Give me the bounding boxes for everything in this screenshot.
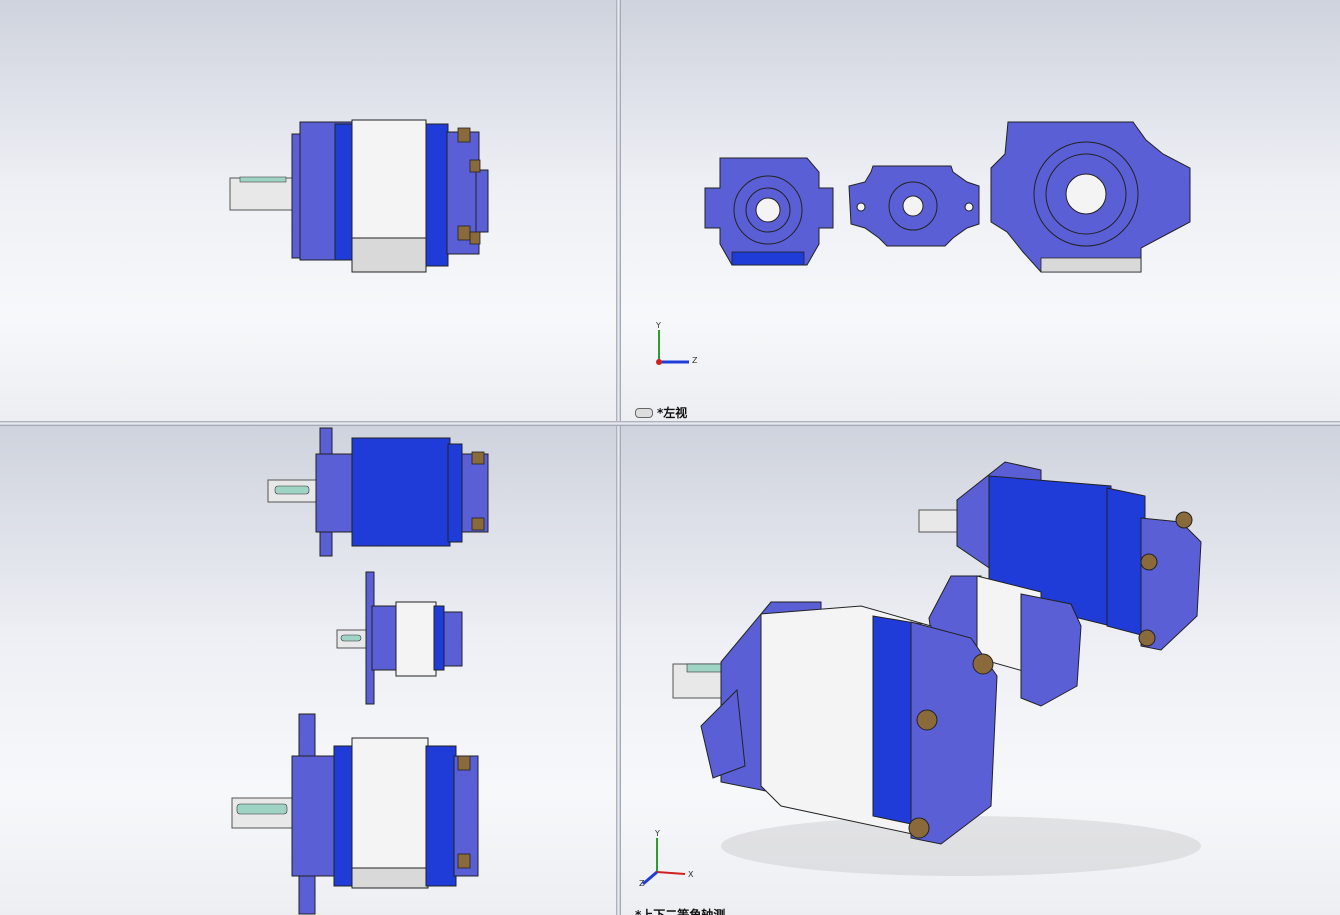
pump-small-front [704,157,834,266]
pump-large-front [990,121,1191,273]
pump-large-top [231,713,479,915]
axis-y-label: Y [654,829,660,838]
view-name-text: *上下二等角轴测 [635,908,726,915]
shaft [229,177,297,211]
bolt-head [469,231,481,245]
view-name-label: *上下二等角轴测 [635,906,725,915]
triad-axis-icon [642,838,686,886]
axis-y-label: Y [655,321,661,330]
view-name-label: *左视 [635,404,687,421]
viewport-bottom-right[interactable]: Y X Z *上下二等角轴测 [621,426,1340,915]
viewport-top-right[interactable]: Y Z *左视 [621,0,1340,421]
view-link-icon [635,407,653,418]
pump-large-iso [672,601,998,845]
pump-isometric-view: Y X Z [639,461,1202,888]
viewport-top-left[interactable] [0,0,616,421]
pump-side-view [229,119,489,273]
pump-blue-top [267,427,489,557]
bolt-head [457,225,471,241]
shaft-key [239,176,287,183]
pump-small-top [336,571,463,705]
pump-top-views [231,427,489,915]
axis-z-label: Z [692,356,698,365]
bolt-head [457,127,471,143]
triad-axis-icon [656,330,689,365]
axis-x-label: X [688,870,694,879]
pump-left-view: Y Z [655,121,1191,365]
view-name-text: *左视 [657,406,688,420]
viewport-bottom-left[interactable] [0,426,616,915]
pump-mini-front [848,165,980,247]
bolt-head [469,159,481,173]
axis-z-label: Z [639,879,645,888]
